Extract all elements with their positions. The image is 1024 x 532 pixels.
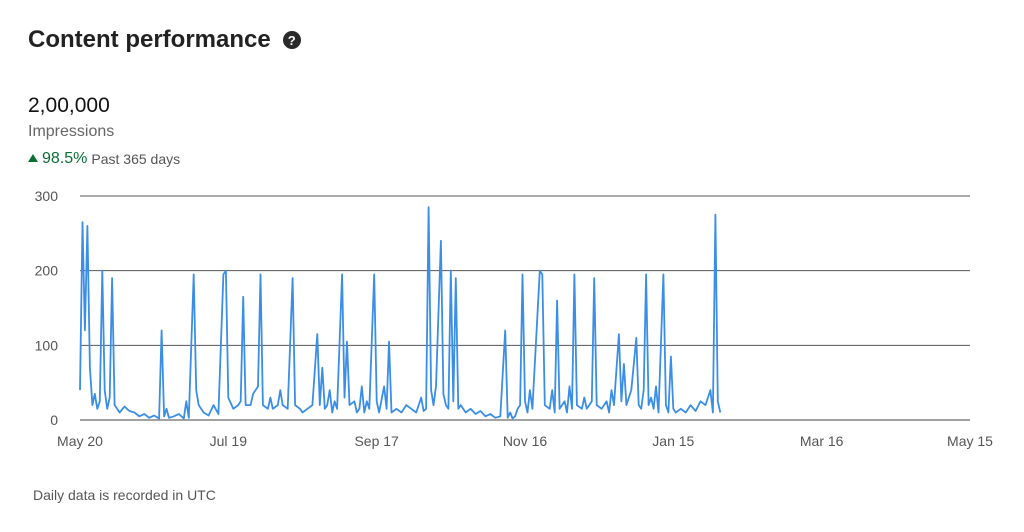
x-tick-label: May 20 — [57, 433, 103, 449]
x-tick-label: Jan 15 — [652, 433, 694, 449]
impressions-summary: 2,00,000 Impressions 98.5% Past 365 days — [28, 94, 180, 168]
chart-svg: 0 100 200 300 May 20 Jul 19 Sep 17 Nov 16 Jan 15… — [35, 188, 994, 449]
series-line-0 — [79, 206, 722, 420]
x-tick-label: Jul 19 — [210, 433, 248, 449]
impressions-chart: 0 100 200 300 May 20 Jul 19 Sep 17 Nov 16 Jan 15… — [0, 180, 1024, 460]
x-tick-label: Nov 16 — [503, 433, 548, 449]
arrow-up-icon — [28, 154, 38, 162]
change-row: 98.5% Past 365 days — [28, 150, 180, 168]
change-period: Past 365 days — [91, 151, 181, 167]
header: Content performance ? — [28, 26, 301, 54]
change-percent: 98.5% — [42, 150, 88, 167]
x-tick-label: Sep 17 — [354, 433, 399, 449]
y-tick-label: 200 — [35, 263, 59, 279]
question-circle-icon[interactable]: ? — [282, 31, 301, 49]
impressions-label: Impressions — [28, 123, 115, 140]
impressions-value: 2,00,000 — [28, 94, 110, 117]
x-tick-label: May 15 — [947, 433, 993, 449]
page-title: Content performance — [28, 26, 271, 53]
footnote: Daily data is recorded in UTC — [33, 487, 216, 503]
y-tick-label: 0 — [50, 412, 58, 428]
y-tick-label: 100 — [35, 337, 59, 353]
y-tick-label: 300 — [35, 188, 59, 204]
x-tick-label: Mar 16 — [800, 433, 844, 449]
